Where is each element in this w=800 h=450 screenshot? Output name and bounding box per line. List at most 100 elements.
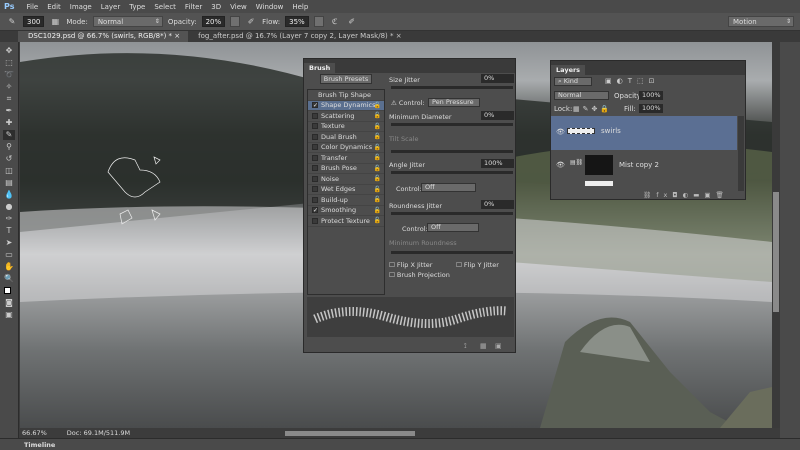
new-brush-icon[interactable]: ▣ bbox=[495, 342, 502, 350]
menu-file[interactable]: File bbox=[26, 3, 38, 11]
menu-window[interactable]: Window bbox=[256, 3, 284, 11]
flip-y-jitter-checkbox[interactable]: ☐ Flip Y Jitter bbox=[456, 261, 499, 269]
brush-tool-icon[interactable]: ✎ bbox=[6, 17, 18, 27]
layer-action-icons[interactable]: ⛓fx◘◐▬▣🗑 bbox=[643, 191, 729, 199]
timeline-panel-tab[interactable]: Timeline bbox=[0, 438, 800, 450]
lock-icons[interactable]: ▦✎✥🔒 bbox=[573, 105, 612, 113]
checkbox[interactable] bbox=[312, 196, 318, 203]
brush-projection-checkbox[interactable]: ☐ Brush Projection bbox=[389, 271, 450, 279]
brush-panel-tab[interactable]: Brush bbox=[304, 63, 336, 73]
flip-x-jitter-checkbox[interactable]: ☐ Flip X Jitter bbox=[389, 261, 432, 269]
toggle-live-tip-icon[interactable]: ⟟ bbox=[464, 342, 467, 351]
lock-icon[interactable]: 🔓 bbox=[374, 175, 381, 182]
lock-icon[interactable]: 🔓 bbox=[374, 133, 381, 140]
blend-mode-select[interactable]: Normal bbox=[554, 91, 609, 100]
stamp-tool-icon[interactable]: ⚲ bbox=[3, 142, 15, 152]
pen-tool-icon[interactable]: ✑ bbox=[3, 214, 15, 224]
marquee-tool-icon[interactable]: ⬚ bbox=[3, 58, 15, 68]
control-select-pen-pressure[interactable]: Pen Pressure bbox=[428, 98, 480, 107]
menu-select[interactable]: Select bbox=[154, 3, 176, 11]
brush-option-brush-pose[interactable]: Brush Pose 🔓 bbox=[308, 164, 384, 174]
roundness-jitter-slider[interactable] bbox=[391, 212, 513, 215]
brush-option-noise[interactable]: Noise 🔓 bbox=[308, 174, 384, 185]
control-select-angle[interactable]: Off bbox=[421, 183, 476, 192]
shape-tool-icon[interactable]: ▭ bbox=[3, 250, 15, 260]
hand-tool-icon[interactable]: ✋ bbox=[3, 262, 15, 272]
brush-tool-icon[interactable]: ✎ bbox=[3, 130, 15, 140]
layer-name[interactable]: swirls bbox=[601, 127, 621, 135]
checkbox[interactable] bbox=[312, 186, 318, 193]
screen-mode-icon[interactable]: ▣ bbox=[3, 310, 15, 320]
layer-name[interactable]: Mist copy 2 bbox=[619, 161, 659, 169]
lock-icon[interactable]: 🔓 bbox=[374, 102, 381, 109]
lock-icon[interactable]: 🔓 bbox=[374, 165, 381, 172]
blur-tool-icon[interactable]: 💧 bbox=[3, 190, 15, 200]
layer-filter-icons[interactable]: ▣◐T⬚⊡ bbox=[605, 77, 659, 85]
brush-option-texture[interactable]: Texture 🔓 bbox=[308, 122, 384, 132]
brush-size-field[interactable]: 300 bbox=[23, 16, 45, 27]
healing-tool-icon[interactable]: ✚ bbox=[3, 118, 15, 128]
opacity-field[interactable]: 20% bbox=[201, 16, 226, 27]
layer-fill-field[interactable]: 100% bbox=[639, 104, 663, 113]
angle-jitter-slider[interactable] bbox=[391, 171, 513, 174]
opacity-slider-button[interactable] bbox=[230, 16, 241, 27]
move-tool-icon[interactable]: ✥ bbox=[3, 46, 15, 56]
dodge-tool-icon[interactable]: ● bbox=[3, 202, 15, 212]
checkbox[interactable]: ✓ bbox=[312, 102, 318, 109]
minimum-diameter-slider[interactable] bbox=[391, 123, 513, 126]
brush-grid-icon[interactable]: ▦ bbox=[480, 342, 487, 350]
type-tool-icon[interactable]: T bbox=[3, 226, 15, 236]
tab-fog-after[interactable]: fog_after.psd @ 16.7% (Layer 7 copy 2, L… bbox=[188, 31, 409, 42]
vertical-scrollbar[interactable] bbox=[772, 42, 780, 428]
menu-image[interactable]: Image bbox=[70, 3, 92, 11]
color-swatches-icon[interactable] bbox=[3, 286, 15, 296]
size-jitter-slider[interactable] bbox=[391, 86, 513, 89]
checkbox[interactable] bbox=[312, 133, 318, 140]
history-brush-icon[interactable]: ↺ bbox=[3, 154, 15, 164]
menu-edit[interactable]: Edit bbox=[47, 3, 61, 11]
lock-icon[interactable]: 🔓 bbox=[374, 123, 381, 130]
brush-tip-shape[interactable]: Brush Tip Shape bbox=[308, 90, 384, 101]
control-select-roundness[interactable]: Off bbox=[427, 223, 479, 232]
brush-option-shape-dynamics[interactable]: ✓ Shape Dynamics 🔓 bbox=[308, 100, 384, 111]
workspace-select[interactable]: Motion bbox=[728, 16, 794, 27]
quick-select-tool-icon[interactable]: ✧ bbox=[3, 82, 15, 92]
zoom-level[interactable]: 66.67% bbox=[22, 429, 47, 437]
crop-tool-icon[interactable]: ⌗ bbox=[3, 94, 15, 104]
checkbox[interactable] bbox=[312, 165, 318, 172]
brush-option-wet-edges[interactable]: Wet Edges 🔓 bbox=[308, 185, 384, 195]
brush-option-dual-brush[interactable]: Dual Brush 🔓 bbox=[308, 132, 384, 143]
visibility-eye-icon[interactable]: 👁 bbox=[556, 128, 565, 136]
lock-icon[interactable]: 🔓 bbox=[374, 154, 381, 161]
lock-icon[interactable]: 🔓 bbox=[374, 196, 381, 203]
eyedropper-tool-icon[interactable]: ✒ bbox=[3, 106, 15, 116]
zoom-tool-icon[interactable]: 🔍 bbox=[3, 274, 15, 284]
layers-scrollbar[interactable] bbox=[738, 116, 744, 191]
brush-option-transfer[interactable]: Transfer 🔓 bbox=[308, 153, 384, 164]
brush-option-scattering[interactable]: Scattering 🔓 bbox=[308, 111, 384, 122]
brush-presets-button[interactable]: Brush Presets bbox=[320, 74, 372, 84]
lock-icon[interactable]: 🔓 bbox=[374, 112, 381, 119]
layer-opacity-field[interactable]: 100% bbox=[639, 91, 663, 100]
lock-icon[interactable]: 🔓 bbox=[374, 207, 381, 214]
path-select-tool-icon[interactable]: ➤ bbox=[3, 238, 15, 248]
brush-option-color-dynamics[interactable]: Color Dynamics 🔓 bbox=[308, 143, 384, 153]
angle-jitter-field[interactable]: 100% bbox=[481, 159, 514, 168]
checkbox[interactable] bbox=[312, 123, 318, 130]
horizontal-scrollbar[interactable] bbox=[285, 431, 415, 436]
eraser-tool-icon[interactable]: ◫ bbox=[3, 166, 15, 176]
checkbox[interactable] bbox=[312, 144, 318, 151]
quick-mask-icon[interactable]: ◙ bbox=[3, 298, 15, 308]
layer-row-mist-copy-2[interactable]: 👁 ▤⛓ Mist copy 2 bbox=[551, 151, 737, 191]
pressure-opacity-icon[interactable]: ✐ bbox=[245, 17, 257, 27]
brush-panel-toggle-icon[interactable]: ▦ bbox=[49, 17, 61, 27]
flow-slider-button[interactable] bbox=[313, 16, 324, 27]
layer-row-swirls[interactable]: 👁 swirls bbox=[551, 116, 737, 150]
close-icon[interactable]: × bbox=[174, 32, 180, 40]
filter-kind-select[interactable]: ⌕ Kind bbox=[554, 77, 592, 86]
brush-option-build-up[interactable]: Build-up 🔓 bbox=[308, 195, 384, 206]
brush-option-protect-texture[interactable]: Protect Texture 🔓 bbox=[308, 216, 384, 227]
airbrush-icon[interactable]: ℭ bbox=[329, 17, 341, 27]
lock-icon[interactable]: 🔓 bbox=[374, 186, 381, 193]
checkbox[interactable]: ✓ bbox=[312, 207, 318, 214]
